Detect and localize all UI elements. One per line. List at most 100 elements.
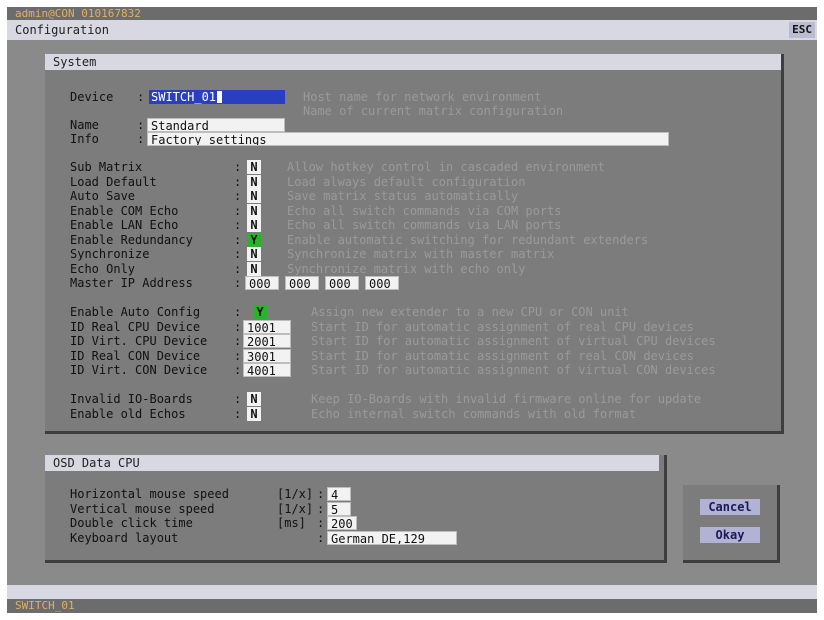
okay-button[interactable]: Okay	[700, 527, 760, 543]
status-bar: SWITCH_01	[7, 599, 817, 613]
name-input[interactable]: Standard	[147, 118, 285, 132]
flag-row: Synchronize: N Synchronize matrix with mas…	[45, 247, 781, 261]
auto-config-label: ID Virt. CPU Device	[70, 334, 208, 348]
auto-config-hint: Start ID for automatic assignment of vir…	[311, 334, 716, 348]
osd-value-input[interactable]: 200	[327, 516, 357, 530]
flag-label: Auto Save	[70, 189, 136, 203]
device-hint-row: Name of current matrix configuration	[45, 104, 781, 118]
osd-value-input[interactable]: 4	[327, 487, 351, 501]
osd-panel-title: OSD Data CPU	[45, 455, 659, 471]
auto-config-colon: :	[234, 348, 242, 363]
flag-label: Enable Redundancy	[70, 232, 193, 247]
auto-config-row: ID Virt. CON Device:4001 Start ID for aut…	[45, 363, 781, 377]
device-id-input[interactable]: 2001	[243, 334, 291, 348]
legacy-hint: Echo internal switch commands with old f…	[311, 406, 637, 421]
legacy-colon: :	[234, 406, 242, 421]
esc-button[interactable]: ESC	[789, 22, 815, 38]
master-ip-octet-1[interactable]: 000	[245, 276, 279, 290]
flag-toggle[interactable]: N	[247, 247, 261, 261]
osd-colon: :	[317, 516, 325, 530]
auto-config-colon: :	[234, 363, 242, 377]
flag-row: Enable COM Echo: N Echo all switch command…	[45, 203, 781, 218]
auto-config-hint: Start ID for automatic assignment of vir…	[311, 363, 716, 377]
flag-label: Enable COM Echo	[70, 203, 179, 218]
name-row: Name : Standard	[45, 118, 781, 132]
flag-colon: :	[234, 247, 242, 261]
flag-toggle[interactable]: N	[247, 261, 261, 276]
name-colon: :	[137, 118, 145, 132]
auto-config-label: ID Real CON Device	[70, 348, 201, 363]
status-text: SWITCH_01	[15, 599, 75, 612]
legacy-toggle[interactable]: N	[247, 392, 261, 406]
flag-hint: Allow hotkey control in cascaded environ…	[287, 160, 605, 174]
info-label: Info	[70, 132, 99, 146]
system-panel-title: System	[45, 54, 781, 70]
flag-label: Echo Only	[70, 261, 136, 276]
osd-label: Keyboard layout	[70, 530, 179, 545]
system-panel: System Device : SWITCH_01 Host name for …	[45, 54, 784, 434]
flag-colon: :	[234, 160, 242, 174]
info-row: Info : Factory settings	[45, 132, 781, 146]
device-id-input[interactable]: 4001	[243, 363, 291, 377]
master-ip-octet-3[interactable]: 000	[325, 276, 359, 290]
flag-label: Enable LAN Echo	[70, 218, 179, 232]
cancel-button[interactable]: Cancel	[700, 499, 760, 515]
osd-label: Double click time	[70, 516, 193, 530]
flag-hint: Synchronize matrix with echo only	[287, 261, 526, 276]
master-ip-label: Master IP Address	[70, 276, 193, 290]
flag-toggle[interactable]: N	[247, 203, 261, 218]
flag-colon: :	[234, 203, 242, 218]
device-row: Device : SWITCH_01 Host name for network…	[45, 90, 781, 104]
user-label: admin@CON 010167832	[15, 7, 141, 20]
master-ip-octet-2[interactable]: 000	[285, 276, 319, 290]
osd-unit: [1/x]	[277, 487, 314, 501]
flag-label: Sub Matrix	[70, 160, 143, 174]
auto-config-row: ID Real CPU Device:1001 Start ID for auto…	[45, 319, 781, 334]
flag-toggle[interactable]: Y	[247, 232, 261, 247]
flag-colon: :	[234, 174, 242, 189]
flag-toggle[interactable]: N	[247, 189, 261, 203]
flag-label: Synchronize	[70, 247, 150, 261]
osd-colon: :	[317, 487, 325, 501]
flag-hint: Save matrix status automatically	[287, 189, 519, 203]
flag-row: Echo Only: N Synchronize matrix with echo …	[45, 261, 781, 276]
flag-row: Sub Matrix: N Allow hotkey control in casc…	[45, 160, 781, 174]
osd-label: Horizontal mouse speed	[70, 487, 229, 501]
flag-hint: Synchronize matrix with master matrix	[287, 247, 555, 261]
legacy-toggle[interactable]: N	[247, 406, 261, 421]
info-input[interactable]: Factory settings	[147, 132, 669, 146]
name-label: Name	[70, 118, 99, 132]
osd-title-text: OSD Data CPU	[53, 456, 140, 470]
auto-config-hint: Assign new extender to a new CPU or CON …	[311, 305, 629, 319]
osd-panel: OSD Data CPU Horizontal mouse speed [1/x]…	[45, 455, 667, 563]
flag-toggle[interactable]: N	[247, 218, 261, 232]
auto-config-colon: :	[234, 305, 242, 319]
flag-colon: :	[234, 218, 242, 232]
legacy-colon: :	[234, 392, 242, 406]
master-ip-colon: :	[234, 276, 242, 290]
flag-toggle[interactable]: N	[247, 160, 261, 174]
osd-row: Double click time [ms]:200	[45, 516, 659, 530]
page-title: Configuration	[15, 23, 109, 37]
flag-colon: :	[234, 261, 242, 276]
osd-value-input[interactable]: German DE,129	[327, 530, 457, 545]
flag-hint: Load always default configuration	[287, 174, 526, 189]
device-hint-2: Name of current matrix configuration	[303, 104, 564, 118]
auto-config-toggle[interactable]: Y	[253, 305, 267, 319]
flag-colon: :	[234, 232, 242, 247]
device-input[interactable]: SWITCH_01	[149, 90, 285, 104]
osd-unit: [ms]	[277, 516, 306, 530]
device-colon: :	[137, 90, 145, 104]
title-bar: Configuration ESC	[7, 20, 817, 40]
flag-toggle[interactable]: N	[247, 174, 261, 189]
device-id-input[interactable]: 1001	[243, 319, 291, 334]
osd-row: Horizontal mouse speed [1/x]:4	[45, 487, 659, 501]
osd-value-input[interactable]: 5	[327, 501, 351, 516]
flag-hint: Enable automatic switching for redundant…	[287, 232, 649, 247]
legacy-row: Enable old Echos: N Echo internal switch c…	[45, 406, 781, 421]
legacy-row: Invalid IO-Boards: N Keep IO-Boards with i…	[45, 392, 781, 406]
device-id-input[interactable]: 3001	[243, 348, 291, 363]
osd-screen: admin@CON 010167832 Configuration ESC Sy…	[7, 7, 817, 613]
osd-label: Vertical mouse speed	[70, 501, 215, 516]
master-ip-octet-4[interactable]: 000	[365, 276, 399, 290]
